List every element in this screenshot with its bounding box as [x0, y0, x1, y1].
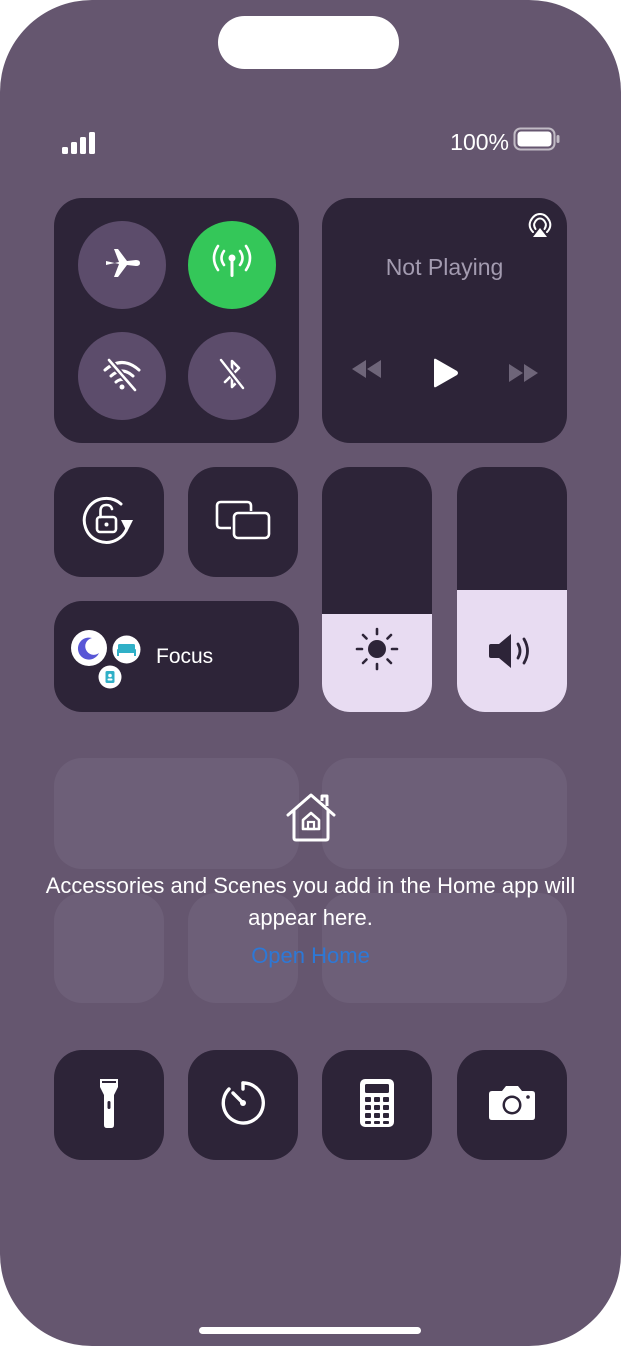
cellular-data-button[interactable] — [188, 221, 276, 309]
rotation-lock-button[interactable] — [54, 467, 164, 577]
focus-button[interactable]: Focus — [54, 601, 299, 712]
rewind-icon[interactable] — [350, 358, 384, 385]
airplay-icon[interactable] — [527, 212, 553, 243]
timer-button[interactable] — [188, 1050, 298, 1160]
battery-full-icon — [513, 127, 561, 157]
wifi-off-icon — [101, 354, 143, 399]
house-icon — [284, 791, 338, 848]
rotation-lock-icon — [81, 494, 137, 551]
flashlight-button[interactable] — [54, 1050, 164, 1160]
fast-forward-icon[interactable] — [506, 362, 540, 389]
airplane-mode-button[interactable] — [78, 221, 166, 309]
id-badge-icon — [98, 665, 122, 694]
screen-mirroring-button[interactable] — [188, 467, 298, 577]
calculator-icon — [360, 1078, 394, 1132]
airplane-icon — [102, 243, 142, 288]
bed-icon — [112, 635, 141, 669]
camera-button[interactable] — [457, 1050, 567, 1160]
bluetooth-off-icon — [212, 354, 252, 399]
control-center: 100% Not Playing Focus Accessories and S… — [0, 0, 621, 1346]
wifi-button[interactable] — [78, 332, 166, 420]
dynamic-island — [218, 16, 399, 69]
focus-label: Focus — [156, 645, 214, 668]
battery-percent: 100% — [450, 128, 509, 155]
camera-icon — [488, 1085, 536, 1126]
media-title: Not Playing — [385, 254, 504, 280]
cellular-antenna-icon — [210, 243, 254, 288]
volume-slider[interactable] — [457, 467, 567, 712]
open-home-link[interactable]: Open Home — [0, 943, 621, 969]
screen-mirroring-icon — [215, 500, 271, 545]
battery-status: 100% — [450, 127, 561, 157]
home-empty-message: Accessories and Scenes you add in the Ho… — [45, 873, 576, 930]
home-indicator[interactable] — [199, 1327, 421, 1334]
timer-icon — [219, 1079, 267, 1132]
play-icon[interactable] — [430, 358, 460, 393]
bluetooth-button[interactable] — [188, 332, 276, 420]
brightness-slider[interactable] — [322, 467, 432, 712]
flashlight-icon — [99, 1077, 119, 1134]
calculator-button[interactable] — [322, 1050, 432, 1160]
connectivity-tile — [54, 198, 299, 443]
speaker-icon — [487, 629, 537, 678]
home-placeholder-tile — [54, 758, 299, 869]
sun-icon — [353, 625, 401, 678]
home-placeholder-tile — [322, 758, 567, 869]
now-playing-tile[interactable]: Not Playing — [322, 198, 567, 443]
cellular-signal-icon — [60, 129, 100, 155]
